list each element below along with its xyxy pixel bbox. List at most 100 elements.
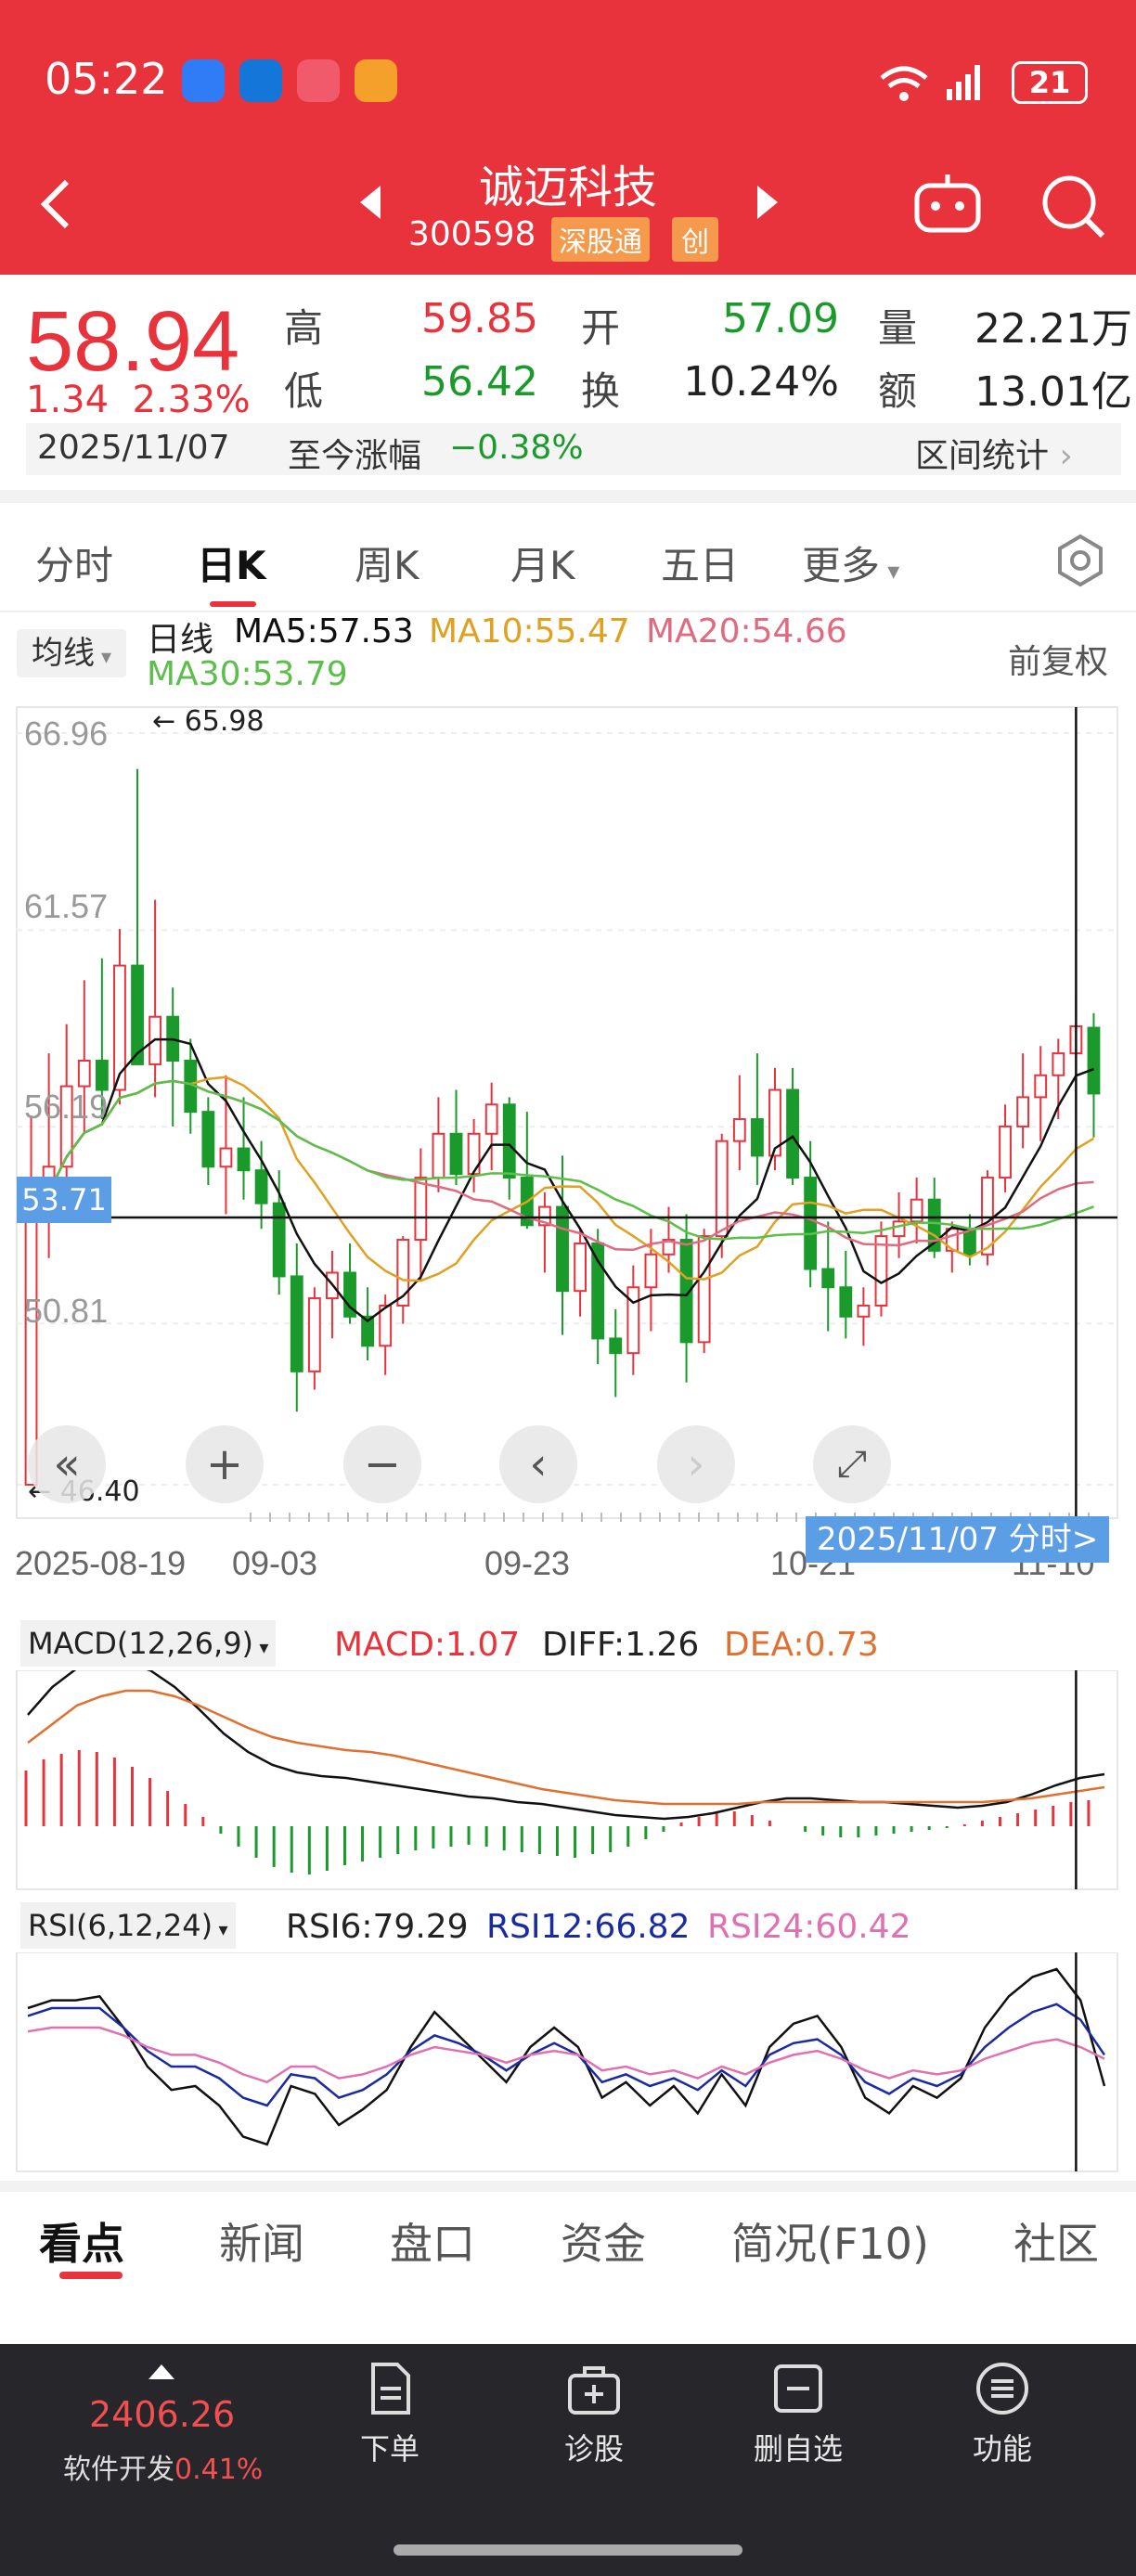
candle-body — [892, 1220, 906, 1238]
index-value[interactable]: 2406.26 — [89, 2394, 235, 2435]
tab-order-book[interactable]: 盘口 — [390, 2210, 475, 2272]
x-label-2: 09-03 — [232, 1544, 318, 1582]
document-icon — [371, 2363, 410, 2415]
remove-watchlist-button[interactable]: 删自选 — [715, 2361, 882, 2468]
candle-body — [556, 1205, 569, 1293]
high-label: 高 — [284, 305, 324, 351]
section-divider — [0, 490, 1136, 503]
tab-news[interactable]: 新闻 — [219, 2210, 304, 2272]
tab-profile-f10[interactable]: 简况(F10) — [731, 2210, 929, 2272]
candle-body — [732, 1118, 746, 1142]
current-line-label: 53.71 — [17, 1177, 111, 1223]
prev-stock-icon[interactable] — [360, 186, 381, 219]
status-time: 05:22 — [45, 54, 168, 104]
candle-body — [502, 1103, 516, 1179]
amount-label: 额 — [878, 368, 918, 414]
menu-circle-icon — [976, 2363, 1028, 2415]
next-stock-icon[interactable] — [757, 186, 778, 219]
tab-weekly-k[interactable]: 周K — [355, 535, 420, 591]
open-label: 开 — [581, 305, 621, 351]
app-gallery-icon — [297, 59, 340, 102]
rsi-frame — [16, 1952, 1118, 2172]
candle-body — [237, 1147, 251, 1172]
x-label-3: 09-23 — [484, 1544, 571, 1582]
since-label: 至今涨幅 — [288, 437, 422, 475]
candle-body — [414, 1177, 428, 1242]
medical-kit-icon — [568, 2366, 620, 2415]
rsi24-value: RSI24:60.42 — [707, 1908, 911, 1946]
volume-label: 量 — [878, 305, 918, 351]
ma30-legend: MA30:53.79 — [147, 655, 348, 693]
scroll-left-button[interactable]: ‹ — [499, 1425, 577, 1503]
low-value: 56.42 — [421, 358, 538, 406]
zoom-out-button[interactable]: − — [343, 1425, 421, 1503]
candle-body — [484, 1103, 498, 1135]
rsi6-line — [27, 1967, 1106, 2146]
candle-body — [821, 1268, 835, 1289]
candle-body — [432, 1132, 445, 1179]
active-tab-indicator — [210, 601, 256, 607]
index-name: 软件开发0.41% — [63, 2454, 264, 2486]
adjust-mode[interactable]: 前复权 — [1008, 635, 1108, 683]
macd-chart[interactable] — [0, 1670, 1136, 1893]
cursor-date-link[interactable]: 2025/11/07 分时> — [806, 1516, 1110, 1563]
section-divider-2 — [0, 2181, 1136, 2192]
period-label: 日线 — [147, 621, 214, 659]
candle-body — [113, 964, 126, 1091]
tab-funds[interactable]: 资金 — [561, 2210, 646, 2272]
functions-button[interactable]: 功能 — [919, 2361, 1086, 2468]
ma20-legend: MA20:54.66 — [646, 612, 847, 650]
collapse-left-button[interactable]: « — [28, 1425, 106, 1503]
tab-five-day[interactable]: 五日 — [661, 535, 739, 591]
x-label-1: 2025-08-19 — [15, 1544, 187, 1582]
place-order-button[interactable]: 下单 — [306, 2361, 473, 2468]
candle-body — [1034, 1074, 1048, 1099]
rsi-chart[interactable] — [0, 1952, 1136, 2175]
macd-selector[interactable]: MACD(12,26,9) ▾ — [20, 1620, 277, 1667]
interval-stats-link[interactable]: 区间统计 › — [915, 429, 1073, 477]
ma10-legend: MA10:55.47 — [429, 612, 630, 650]
battery-icon: 21 — [1012, 61, 1088, 104]
tab-intraday[interactable]: 分时 — [35, 535, 113, 591]
notification-app-icon — [355, 59, 397, 102]
zoom-in-button[interactable]: + — [186, 1425, 264, 1503]
chart-frame — [16, 706, 1118, 1519]
scroll-right-button[interactable]: › — [657, 1425, 735, 1503]
macd-value: MACD:1.07 — [334, 1626, 521, 1664]
candle-body — [1052, 1052, 1065, 1076]
diagnose-button[interactable]: 诊股 — [510, 2361, 678, 2468]
minus-box-icon — [774, 2364, 822, 2413]
sgt-badge: 深股通 — [551, 217, 650, 262]
macd-frame — [16, 1670, 1118, 1890]
max-price-label: ← 65.98 — [152, 705, 265, 738]
search-icon[interactable] — [1038, 171, 1108, 241]
quote-date: 2025/11/07 — [37, 429, 230, 467]
candle-body — [272, 1202, 286, 1278]
tab-daily-k[interactable]: 日K — [197, 535, 266, 591]
candle-body — [201, 1111, 215, 1168]
candle-body — [254, 1169, 268, 1204]
candle-body — [609, 1337, 623, 1355]
tab-monthly-k[interactable]: 月K — [510, 535, 575, 591]
open-value: 57.09 — [722, 295, 839, 342]
browser-app-icon — [239, 59, 282, 102]
y-label-2: 61.57 — [24, 887, 109, 925]
candle-body — [1087, 1026, 1101, 1095]
rsi-selector[interactable]: RSI(6,12,24) ▾ — [20, 1902, 236, 1949]
candle-body — [857, 1304, 871, 1318]
candle-body — [1016, 1096, 1030, 1127]
tab-more[interactable]: 更多 ▾ — [802, 535, 899, 591]
tab-highlights[interactable]: 看点 — [39, 2210, 124, 2272]
kline-chart[interactable] — [0, 702, 1136, 1537]
candle-body — [219, 1147, 233, 1168]
fullscreen-button[interactable]: ⤢ — [813, 1425, 891, 1503]
candle-body — [626, 1286, 640, 1355]
robot-assistant-icon[interactable] — [913, 173, 984, 238]
since-value: −0.38% — [449, 429, 584, 467]
tab-community[interactable]: 社区 — [1013, 2210, 1099, 2272]
candle-body — [804, 1177, 818, 1270]
message-app-icon — [182, 59, 225, 102]
settings-icon[interactable] — [1052, 533, 1108, 588]
ma-selector[interactable]: 均线 ▾ — [17, 629, 126, 677]
y-label-3: 56.19 — [24, 1088, 109, 1126]
